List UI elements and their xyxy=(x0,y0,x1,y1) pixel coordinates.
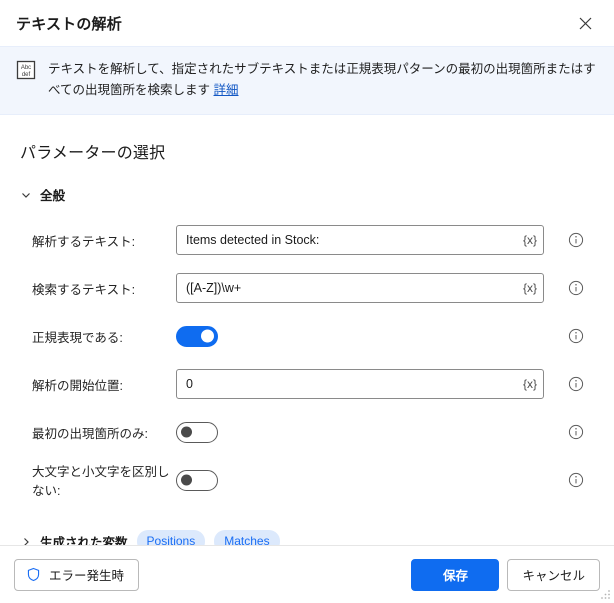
info-banner: Abc def テキストを解析して、指定されたサブテキストまたは正規表現パターン… xyxy=(0,46,614,116)
page-title: テキストの解析 xyxy=(16,15,122,33)
text-to-parse-value: Items detected in Stock: xyxy=(186,233,320,248)
on-error-label: エラー発生時 xyxy=(49,569,125,583)
learn-more-link[interactable]: 詳細 xyxy=(214,83,239,97)
ignore-case-toggle[interactable] xyxy=(176,469,218,491)
on-error-button[interactable]: エラー発生時 xyxy=(14,558,140,591)
text-to-find-value: ([A-Z])\w+ xyxy=(186,281,242,296)
group-title: 全般 xyxy=(40,189,66,204)
cancel-button[interactable]: キャンセル xyxy=(507,558,600,591)
parse-text-icon: Abc def xyxy=(16,60,36,80)
info-icon[interactable] xyxy=(568,328,584,344)
info-icon[interactable] xyxy=(568,280,584,296)
variable-picker-button[interactable]: {x} xyxy=(523,233,537,247)
start-position-value: 0 xyxy=(186,377,193,392)
close-button[interactable] xyxy=(570,8,600,38)
label-first-occurrence-only: 最初の出現箇所のみ: xyxy=(32,426,148,441)
row-first-occurrence-only: 最初の出現箇所のみ: xyxy=(16,408,598,456)
dialog-body: パラメーターの選択 全般 解析するテキスト: Items detected in… xyxy=(0,139,614,554)
row-is-regex: 正規表現である: xyxy=(16,312,598,360)
group-header-general[interactable]: 全般 xyxy=(20,185,598,204)
toggle-knob xyxy=(181,474,192,486)
is-regex-toggle[interactable] xyxy=(176,325,218,347)
parameters-form: 解析するテキスト: Items detected in Stock: {x} 検… xyxy=(16,216,598,504)
label-text-to-parse: 解析するテキスト: xyxy=(32,234,136,249)
dialog-footer: エラー発生時 保存 キャンセル xyxy=(0,545,614,603)
row-start-position: 解析の開始位置: 0 {x} xyxy=(16,360,598,408)
label-ignore-case: 大文字と小文字を区別しない: xyxy=(32,465,170,499)
save-label: 保存 xyxy=(442,569,468,583)
label-is-regex: 正規表現である: xyxy=(32,330,123,345)
shield-icon xyxy=(27,567,40,582)
start-position-input[interactable]: 0 {x} xyxy=(176,369,544,400)
row-text-to-find: 検索するテキスト: ([A-Z])\w+ {x} xyxy=(16,264,598,312)
chevron-down-icon xyxy=(22,192,30,198)
info-icon[interactable] xyxy=(568,232,584,248)
variable-picker-button[interactable]: {x} xyxy=(523,377,537,391)
svg-text:def: def xyxy=(22,72,31,78)
label-start-position: 解析の開始位置: xyxy=(32,378,123,393)
footer-actions: 保存 キャンセル xyxy=(411,558,600,591)
text-to-parse-input[interactable]: Items detected in Stock: {x} xyxy=(176,225,544,256)
close-icon xyxy=(579,17,591,29)
info-icon[interactable] xyxy=(568,376,584,392)
save-button[interactable]: 保存 xyxy=(411,558,500,591)
row-text-to-parse: 解析するテキスト: Items detected in Stock: {x} xyxy=(16,216,598,264)
cancel-label: キャンセル xyxy=(522,569,585,583)
info-icon[interactable] xyxy=(568,472,584,488)
variable-picker-button[interactable]: {x} xyxy=(523,281,537,295)
label-text-to-find: 検索するテキスト: xyxy=(32,282,136,297)
resize-grip[interactable] xyxy=(599,588,611,600)
row-ignore-case: 大文字と小文字を区別しない: xyxy=(16,456,598,504)
info-icon[interactable] xyxy=(568,424,584,440)
first-occurrence-only-toggle[interactable] xyxy=(176,421,218,443)
svg-text:Abc: Abc xyxy=(21,65,31,71)
text-to-find-input[interactable]: ([A-Z])\w+ {x} xyxy=(176,273,544,304)
toggle-knob xyxy=(201,329,214,343)
section-heading: パラメーターの選択 xyxy=(20,145,166,163)
dialog-title-bar: テキストの解析 xyxy=(0,0,614,46)
banner-description: テキストを解析して、指定されたサブテキストまたは正規表現パターンの最初の出現箇所… xyxy=(48,62,596,97)
banner-text: テキストを解析して、指定されたサブテキストまたは正規表現パターンの最初の出現箇所… xyxy=(48,59,596,100)
toggle-knob xyxy=(181,426,192,438)
